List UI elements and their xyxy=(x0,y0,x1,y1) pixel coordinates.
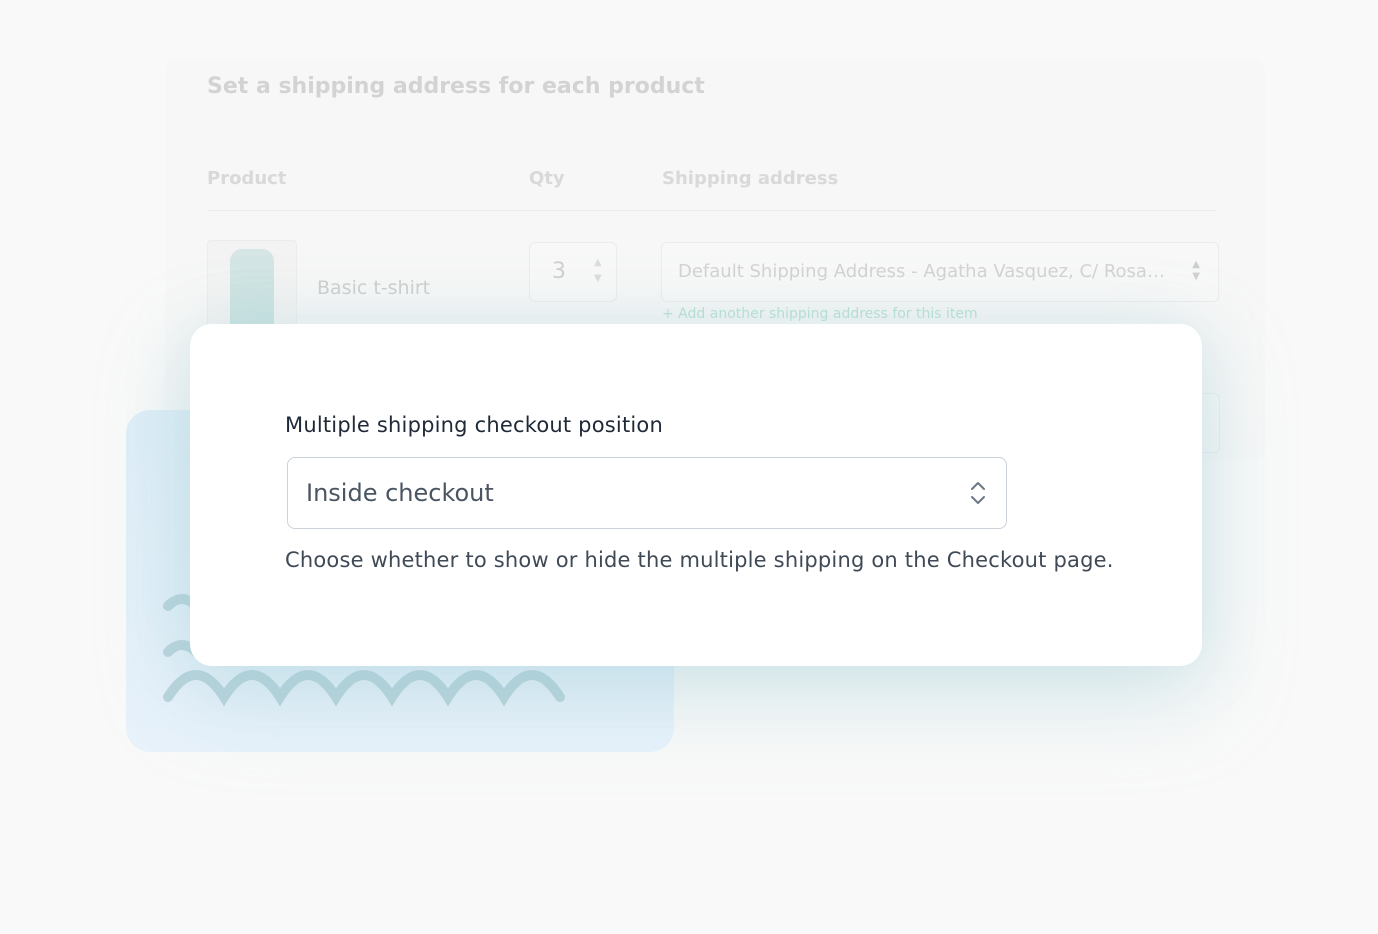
background-title: Set a shipping address for each product xyxy=(207,74,705,99)
quantity-value: 3 xyxy=(552,259,566,284)
stepper-arrows-icon: ▲ ▼ xyxy=(594,257,602,284)
chevron-up-down-icon xyxy=(971,482,985,504)
setting-label: Multiple shipping checkout position xyxy=(285,413,663,437)
chevron-up-down-icon: ▲ ▼ xyxy=(1192,259,1200,282)
tshirt-image xyxy=(230,249,274,331)
settings-modal: Multiple shipping checkout position Insi… xyxy=(190,324,1202,666)
shipping-address-select: Default Shipping Address - Agatha Vasque… xyxy=(661,242,1219,302)
product-thumbnail xyxy=(207,240,297,332)
shipping-address-value: Default Shipping Address - Agatha Vasque… xyxy=(678,261,1168,282)
column-header-shipping-address: Shipping address xyxy=(662,168,839,189)
header-divider xyxy=(207,210,1217,211)
column-header-product: Product xyxy=(207,168,287,189)
checkout-position-select[interactable]: Inside checkout xyxy=(287,457,1007,529)
column-header-qty: Qty xyxy=(529,168,565,189)
quantity-stepper: 3 ▲ ▼ xyxy=(529,242,617,302)
select-value: Inside checkout xyxy=(306,479,494,507)
setting-help-text: Choose whether to show or hide the multi… xyxy=(285,548,1114,572)
product-name: Basic t-shirt xyxy=(317,277,431,299)
add-address-link: + Add another shipping address for this … xyxy=(662,306,978,322)
